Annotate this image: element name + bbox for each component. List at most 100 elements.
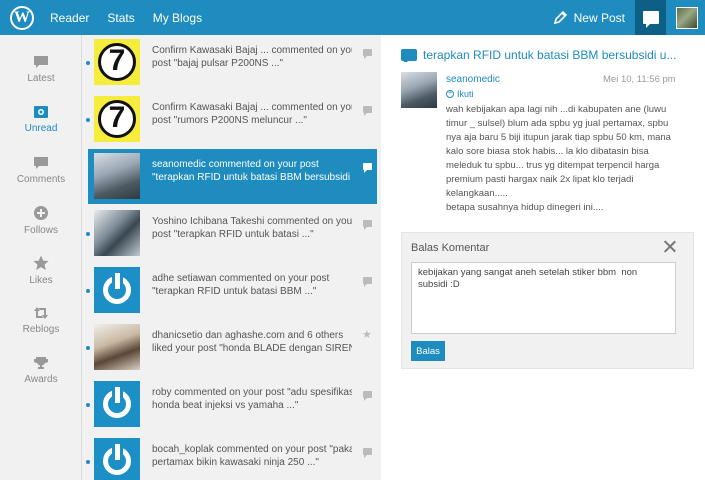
filter-follows[interactable]: Follows bbox=[0, 205, 82, 236]
notification-text-line1: Confirm Kawasaki Bajaj ... commented on … bbox=[152, 102, 352, 113]
comment-bubble-icon bbox=[34, 157, 48, 169]
filter-latest[interactable]: Latest bbox=[0, 55, 82, 84]
notification-text-line2: "terapkan RFID untuk batasi BBM bersubsi… bbox=[152, 172, 351, 183]
kawasaki-logo-avatar: 7 bbox=[94, 96, 140, 142]
notification-item[interactable]: adhe setiawan commented on your post "ter… bbox=[82, 263, 381, 320]
pencil-icon bbox=[553, 10, 567, 25]
notification-list: 7 Confirm Kawasaki Bajaj ... commented o… bbox=[82, 35, 381, 480]
filter-latest-label: Latest bbox=[27, 73, 55, 84]
comment-detail-panel: terapkan RFID untuk batasi BBM bersubsid… bbox=[381, 35, 705, 480]
comment-line: nya aja baru 5 biji itupun jarak tiap sp… bbox=[446, 132, 671, 143]
filter-follows-label: Follows bbox=[24, 225, 58, 236]
comment-bubble-icon bbox=[401, 49, 417, 62]
filter-comments[interactable]: Comments bbox=[0, 156, 82, 185]
notification-text-line1: adhe setiawan commented on your post bbox=[152, 273, 330, 284]
notification-text-line2: "terapkan RFID untuk batasi BBM ..." bbox=[152, 286, 317, 297]
user-photo-avatar bbox=[94, 210, 140, 256]
unread-dot bbox=[86, 289, 90, 293]
author-name[interactable]: seanomedic bbox=[446, 74, 500, 85]
author-avatar[interactable] bbox=[401, 72, 437, 108]
new-post-button[interactable]: New Post bbox=[553, 10, 625, 25]
comment-icon bbox=[363, 277, 372, 287]
comment-icon bbox=[363, 49, 372, 59]
notification-item[interactable]: roby commented on your post "adu spesifi… bbox=[82, 377, 381, 434]
reply-submit-button[interactable]: Balas bbox=[411, 341, 445, 361]
plus-icon: + bbox=[446, 90, 454, 98]
unread-icon bbox=[34, 106, 48, 118]
unread-dot bbox=[86, 460, 90, 464]
user-avatar[interactable] bbox=[676, 6, 698, 29]
post-title-text: terapkan RFID untuk batasi BBM bersubsid… bbox=[423, 48, 677, 62]
notification-text-line1: Yoshino Ichibana Takeshi commented on yo… bbox=[152, 216, 352, 227]
filter-awards-label: Awards bbox=[24, 374, 58, 385]
unread-dot bbox=[86, 118, 90, 122]
new-post-label: New Post bbox=[573, 10, 625, 25]
reply-title: Balas Komentar bbox=[411, 242, 490, 254]
notification-text-line1: roby commented on your post "adu spesifi… bbox=[152, 387, 352, 398]
follow-label: Ikuti bbox=[457, 89, 474, 99]
nav-my-blogs[interactable]: My Blogs bbox=[153, 11, 202, 25]
comment-line: timur _ sulsel) blum ada spbu yg jual pe… bbox=[446, 118, 669, 129]
notification-text-line2: post "bajaj pulsar P200NS ..." bbox=[152, 58, 284, 69]
comment-body: wah kebijakan apa lagi nih ...di kabupat… bbox=[446, 103, 678, 215]
plus-circle-icon bbox=[34, 206, 48, 220]
close-icon[interactable] bbox=[663, 239, 677, 253]
comment-line: kelangkaan..... bbox=[446, 188, 508, 199]
notification-text-line1: Confirm Kawasaki Bajaj ... commented on … bbox=[152, 45, 352, 56]
gravatar-avatar bbox=[94, 438, 140, 480]
filter-reblogs-label: Reblogs bbox=[22, 324, 60, 335]
comment-icon bbox=[363, 220, 372, 230]
gravatar-avatar bbox=[94, 267, 140, 313]
notification-text-line1: dhanicsetio dan aghashe.com and 6 others bbox=[152, 330, 344, 341]
user-photo-avatar bbox=[94, 324, 140, 370]
comment-timestamp: Mei 10, 11:56 pm bbox=[603, 74, 676, 85]
notification-item[interactable]: 7 Confirm Kawasaki Bajaj ... commented o… bbox=[82, 35, 381, 92]
filter-likes[interactable]: Likes bbox=[0, 255, 82, 286]
notification-text-line2: liked your post "honda BLADE dengan SIRE… bbox=[152, 343, 352, 354]
filter-reblogs[interactable]: Reblogs bbox=[0, 306, 82, 335]
notification-text-line2: honda beat injeksi vs yamaha ..." bbox=[152, 400, 299, 411]
notification-text-line2: post "rumors P200NS meluncur ..." bbox=[152, 115, 307, 126]
comment-line: betapa susahnya hidup dinegeri ini.... bbox=[446, 202, 604, 213]
comment-icon bbox=[363, 106, 372, 116]
notification-filter-nav: Latest Unread Comments Follows Likes Reb… bbox=[0, 35, 82, 480]
post-title-link[interactable]: terapkan RFID untuk batasi BBM bersubsid… bbox=[401, 48, 691, 62]
star-icon bbox=[33, 255, 49, 270]
notification-item[interactable]: dhanicsetio dan aghashe.com and 6 others… bbox=[82, 320, 381, 377]
notification-text-line1: seanomedic commented on your post bbox=[152, 159, 319, 170]
nav-reader[interactable]: Reader bbox=[50, 11, 89, 25]
star-icon: ★ bbox=[362, 329, 372, 341]
reblog-icon bbox=[34, 307, 48, 319]
comment-line: wah kebijakan apa lagi nih ...di kabupat… bbox=[446, 104, 667, 115]
user-photo-avatar bbox=[94, 153, 140, 199]
filter-awards[interactable]: Awards bbox=[0, 356, 82, 385]
reply-textarea[interactable]: kebijakan yang sangat aneh setelah stike… bbox=[411, 262, 676, 334]
notification-item[interactable]: Yoshino Ichibana Takeshi commented on yo… bbox=[82, 206, 381, 263]
notification-item-selected[interactable]: seanomedic commented on your post "terapk… bbox=[88, 149, 377, 204]
reply-box: Balas Komentar kebijakan yang sangat ane… bbox=[401, 232, 694, 369]
comment-icon bbox=[363, 448, 372, 458]
top-bar: W Reader Stats My Blogs New Post bbox=[0, 0, 705, 35]
filter-comments-label: Comments bbox=[16, 174, 66, 185]
nav-stats[interactable]: Stats bbox=[107, 11, 134, 25]
trophy-icon bbox=[34, 357, 48, 369]
unread-dot bbox=[86, 346, 90, 350]
comment-icon bbox=[363, 163, 372, 173]
comment-line: meleduk tu spbu... trus yg ditempat terp… bbox=[446, 160, 660, 171]
follow-button[interactable]: + Ikuti bbox=[446, 89, 474, 99]
notifications-button[interactable] bbox=[635, 0, 666, 35]
wordpress-logo-icon[interactable]: W bbox=[10, 5, 34, 30]
gravatar-avatar bbox=[94, 381, 140, 427]
notification-text-line1: bocah_koplak commented on your post "pak… bbox=[152, 444, 352, 455]
notification-item[interactable]: bocah_koplak commented on your post "pak… bbox=[82, 434, 381, 480]
comment-line: kalo sore biasa stok habis... la klo dib… bbox=[446, 146, 649, 157]
unread-dot bbox=[86, 403, 90, 407]
filter-unread[interactable]: Unread bbox=[0, 105, 82, 134]
notification-text-line2: pertamax bikin kawasaki ninja 250 ..." bbox=[152, 457, 319, 468]
notification-item[interactable]: 7 Confirm Kawasaki Bajaj ... commented o… bbox=[82, 92, 381, 149]
notification-text-line2: post "terapkan RFID untuk batasi ..." bbox=[152, 229, 314, 240]
comment-icon bbox=[363, 391, 372, 401]
comment-line: premium pasti hargax naik 2x lipat klo t… bbox=[446, 174, 634, 185]
filter-unread-label: Unread bbox=[24, 123, 58, 134]
kawasaki-logo-avatar: 7 bbox=[94, 39, 140, 85]
